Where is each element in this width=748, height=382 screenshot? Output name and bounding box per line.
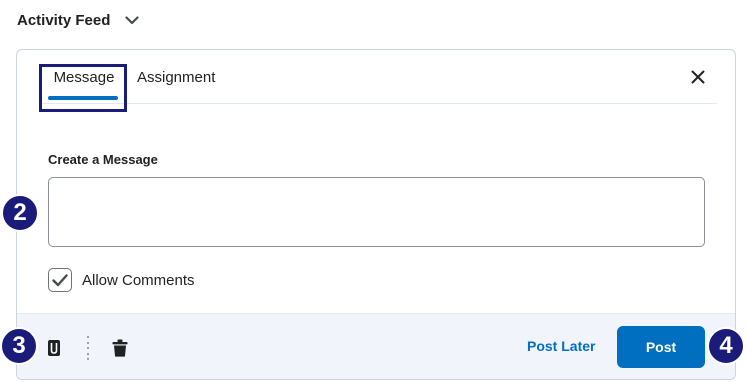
post-button[interactable]: Post	[617, 326, 705, 368]
tab-assignment[interactable]: Assignment	[137, 50, 215, 104]
post-actions-footer: Post Later Post	[17, 313, 735, 379]
activity-feed-title: Activity Feed	[17, 11, 111, 29]
close-icon[interactable]	[689, 68, 707, 86]
allow-comments-row: Allow Comments	[48, 268, 195, 292]
chevron-down-icon[interactable]	[124, 12, 140, 28]
tab-message[interactable]: Message	[39, 50, 127, 112]
tab-selected-indicator	[48, 96, 118, 100]
trash-icon[interactable]	[110, 338, 130, 358]
post-later-button[interactable]: Post Later	[527, 338, 595, 354]
allow-comments-checkbox[interactable]	[48, 268, 72, 292]
post-type-tabs: Message Assignment	[39, 50, 717, 112]
tab-focus-highlight	[39, 64, 127, 112]
tab-assignment-label: Assignment	[137, 68, 216, 86]
callout-badge-3: 3	[0, 327, 38, 365]
allow-comments-label: Allow Comments	[82, 271, 195, 289]
message-input[interactable]	[48, 177, 705, 247]
paperclip-icon[interactable]	[44, 338, 64, 358]
vertical-dots-divider	[87, 336, 89, 360]
activity-feed-header: Activity Feed	[17, 8, 140, 32]
callout-badge-2: 2	[1, 194, 39, 232]
checkmark-icon	[52, 273, 68, 286]
callout-badge-4: 4	[707, 327, 745, 365]
create-post-card: Message Assignment Create a Message Allo…	[16, 49, 736, 380]
create-message-label: Create a Message	[48, 152, 158, 167]
